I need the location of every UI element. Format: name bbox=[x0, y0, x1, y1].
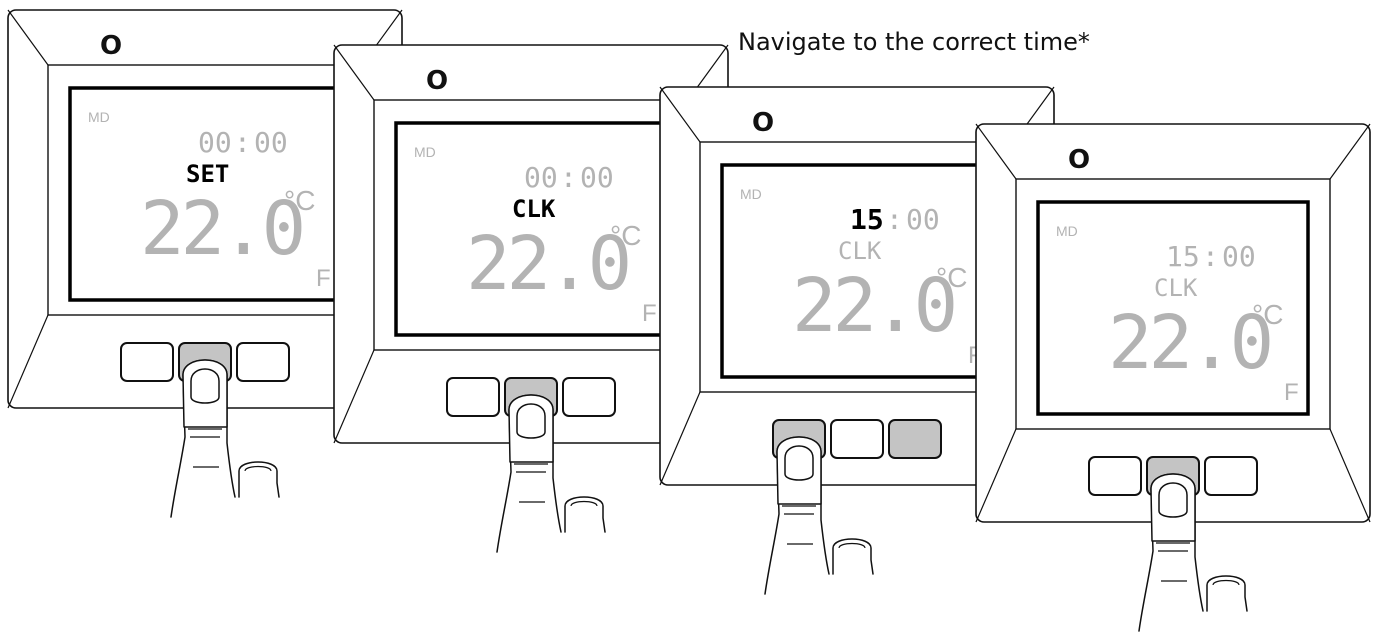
curled-finger bbox=[1206, 575, 1248, 612]
lcd-time-hours: 00 bbox=[524, 161, 558, 194]
knuckle-lines bbox=[188, 428, 222, 468]
lcd-temperature: 22.0 bbox=[466, 221, 628, 307]
finger-nail bbox=[516, 403, 546, 439]
power-icon: O bbox=[426, 66, 448, 96]
lcd-time-hours: 15 bbox=[1166, 240, 1200, 273]
left-button[interactable] bbox=[446, 377, 500, 417]
lcd-time-minutes: 00 bbox=[906, 203, 940, 236]
power-icon: O bbox=[752, 108, 774, 138]
lcd-status-text: CLK bbox=[1154, 274, 1198, 302]
finger-nail bbox=[784, 445, 814, 481]
lcd-status-text: CLK bbox=[512, 195, 556, 223]
lcd-temperature: 22.0 bbox=[1108, 300, 1270, 386]
lcd-flag: F bbox=[1284, 379, 1299, 406]
middle-button[interactable] bbox=[830, 419, 884, 459]
lcd-unit: °C bbox=[1252, 299, 1283, 330]
lcd-temperature: 22.0 bbox=[140, 186, 302, 272]
curled-finger bbox=[238, 461, 280, 498]
lcd-mode-label: MD bbox=[740, 186, 762, 202]
right-button[interactable] bbox=[888, 419, 942, 459]
curled-finger-nail bbox=[244, 465, 272, 472]
lcd-status-text: CLK bbox=[838, 237, 882, 265]
power-icon: O bbox=[1068, 145, 1090, 175]
thermostat-sequence-diagram: OMD00:00SET22.0°CFOMD00:00CLK22.0°CFOMD1… bbox=[7, 9, 1371, 632]
lcd-mode-label: MD bbox=[414, 144, 436, 160]
lcd-flag: F bbox=[316, 265, 331, 292]
lcd-status-text: SET bbox=[186, 160, 229, 188]
lcd-unit: °C bbox=[284, 185, 315, 216]
lcd-time-minutes: 00 bbox=[580, 161, 614, 194]
curled-finger bbox=[564, 496, 606, 533]
finger-nail bbox=[1158, 482, 1188, 518]
lcd-temperature: 22.0 bbox=[792, 263, 954, 349]
lcd-time-colon: : bbox=[234, 126, 251, 159]
instruction-caption: Navigate to the correct time* bbox=[738, 28, 1090, 56]
lcd-time-colon: : bbox=[560, 161, 577, 194]
right-button[interactable] bbox=[236, 342, 290, 382]
lcd-flag: F bbox=[642, 300, 657, 327]
knuckle-lines bbox=[1156, 542, 1190, 582]
right-button[interactable] bbox=[562, 377, 616, 417]
thermostat-step-4: O MD 15:00 CLK22.0°C F bbox=[975, 123, 1371, 632]
right-button[interactable] bbox=[1204, 456, 1258, 496]
left-button[interactable] bbox=[120, 342, 174, 382]
knuckle-lines bbox=[782, 505, 816, 545]
lcd-time-colon: : bbox=[886, 203, 903, 236]
left-button[interactable] bbox=[1088, 456, 1142, 496]
curled-finger-nail bbox=[1212, 579, 1240, 586]
power-icon: O bbox=[100, 31, 122, 61]
knuckle-lines bbox=[514, 463, 548, 503]
lcd-time-minutes: 00 bbox=[1222, 240, 1256, 273]
lcd-mode-label: MD bbox=[1056, 223, 1078, 239]
lcd-time-colon: : bbox=[1202, 240, 1219, 273]
lcd-mode-label: MD bbox=[88, 109, 110, 125]
curled-finger bbox=[832, 538, 874, 575]
finger-nail bbox=[190, 368, 220, 404]
lcd-time-hours: 15 bbox=[850, 203, 884, 236]
lcd-time-hours: 00 bbox=[198, 126, 232, 159]
curled-finger-nail bbox=[838, 542, 866, 549]
lcd-time-minutes: 00 bbox=[254, 126, 288, 159]
lcd-unit: °C bbox=[936, 262, 967, 293]
lcd-unit: °C bbox=[610, 220, 641, 251]
curled-finger-nail bbox=[570, 500, 598, 507]
